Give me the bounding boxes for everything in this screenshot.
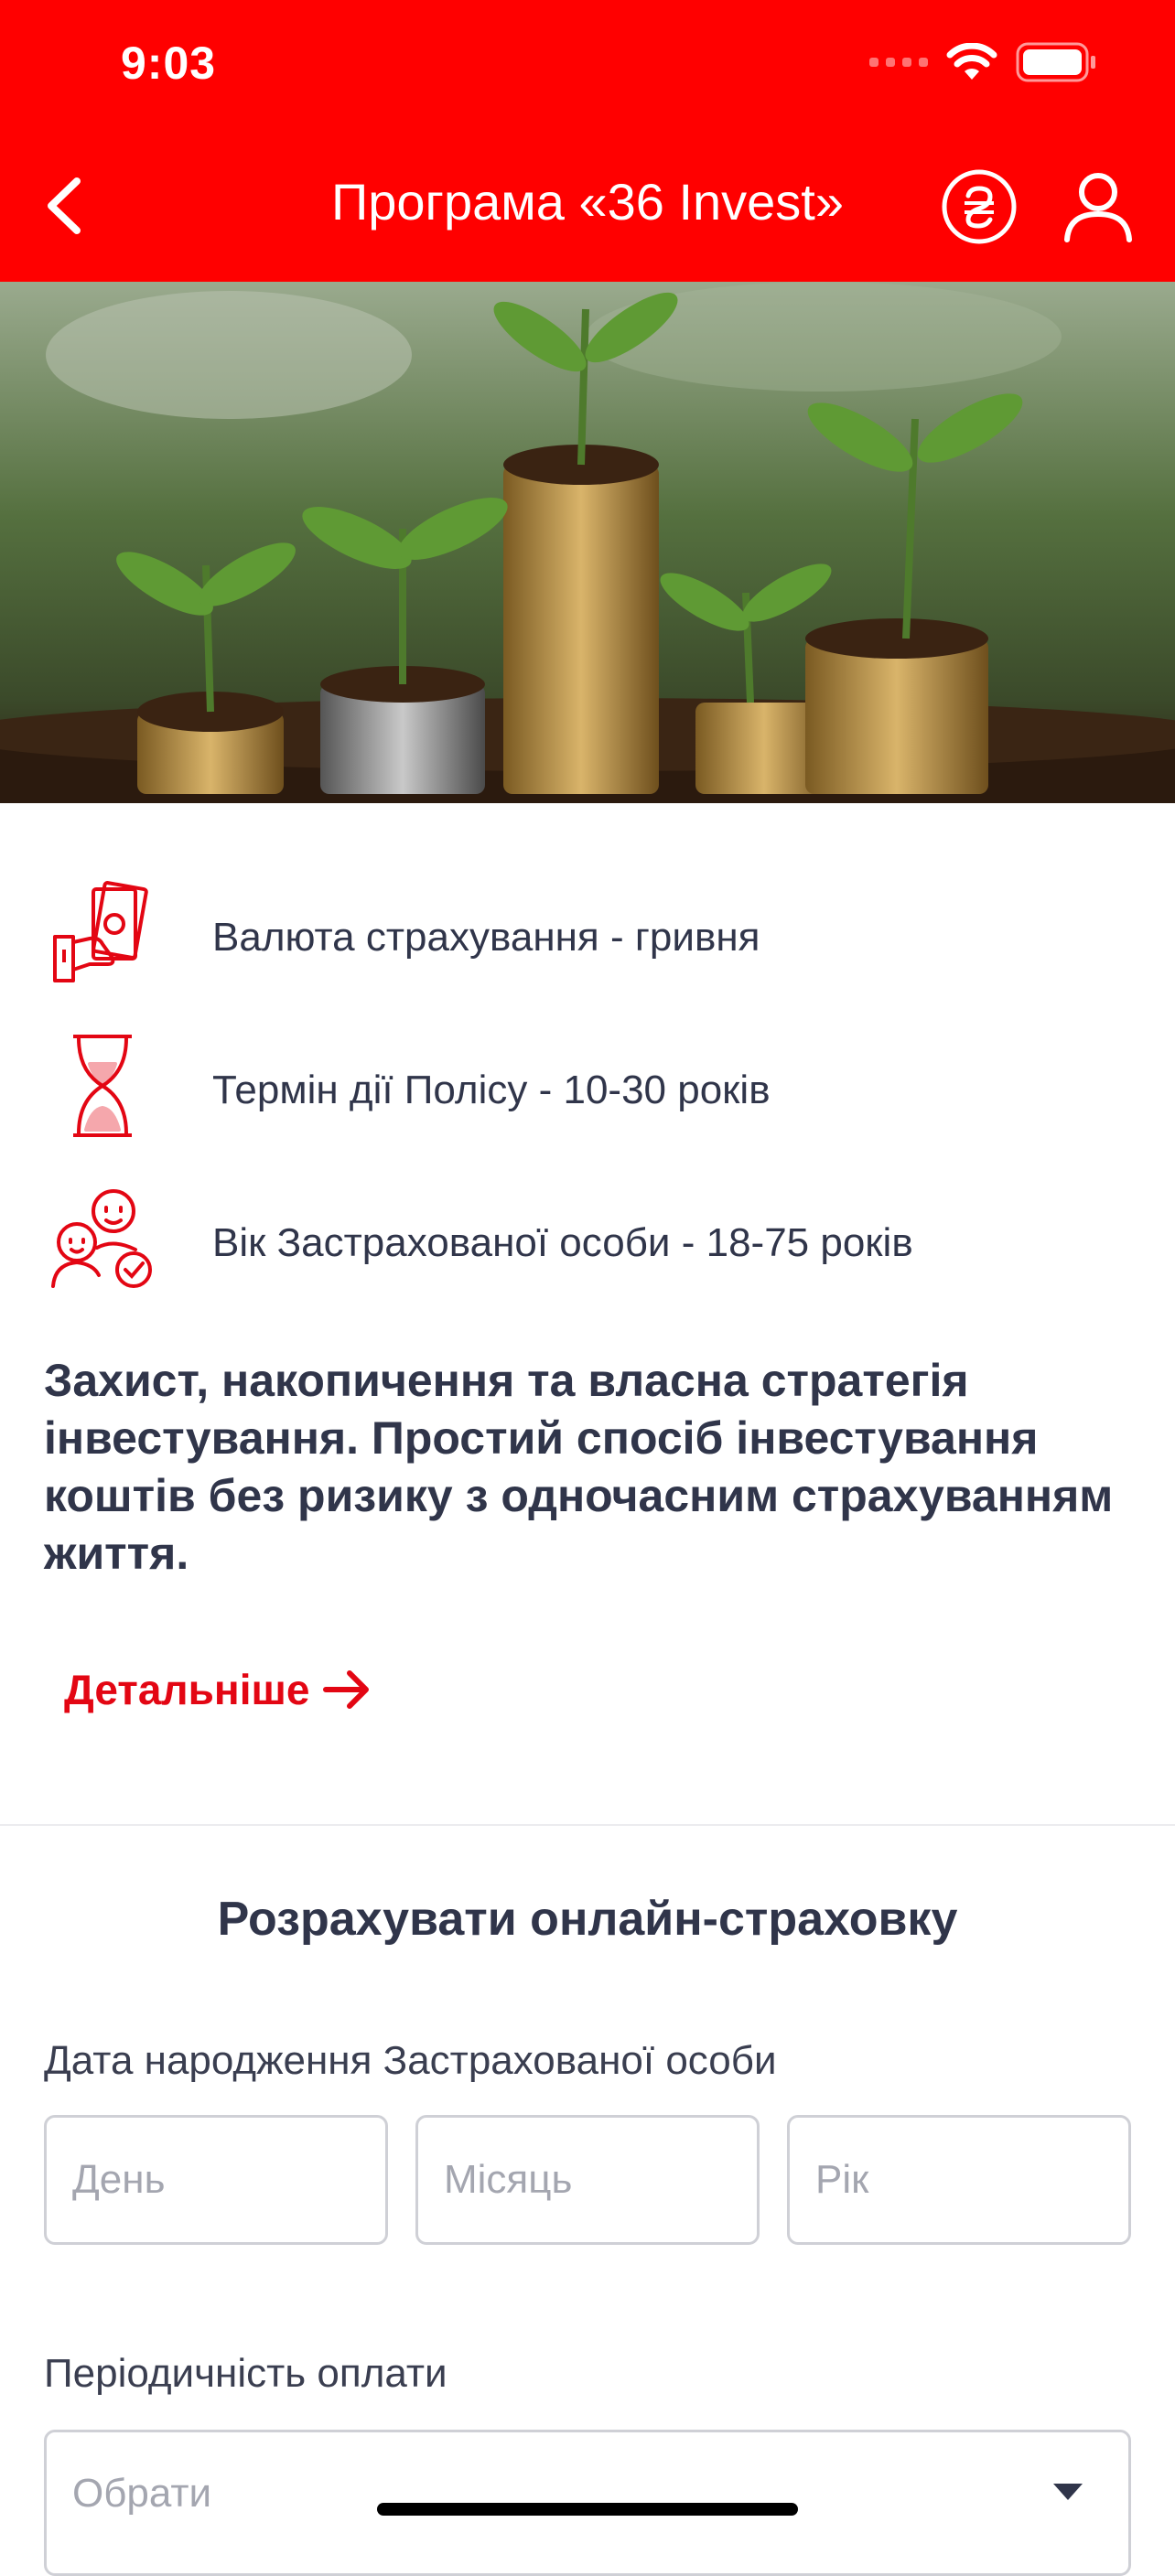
hourglass-icon xyxy=(48,1031,157,1141)
details-link[interactable]: Детальніше xyxy=(64,1665,372,1714)
arrow-right-icon xyxy=(323,1670,370,1709)
birth-month-input[interactable]: Місяць xyxy=(415,2115,760,2245)
feature-currency-text: Валюта страхування - гривня xyxy=(212,915,760,960)
product-description: Захист, накопичення та власна стратегія … xyxy=(44,1355,1114,1579)
money-hand-icon xyxy=(48,878,157,988)
birth-day-input[interactable]: День xyxy=(44,2115,388,2245)
chevron-left-icon xyxy=(48,177,81,234)
people-check-icon xyxy=(48,1184,157,1293)
hero-image-coins-plants xyxy=(0,282,1175,803)
birth-day-placeholder: День xyxy=(72,2157,166,2202)
birth-date-label: Дата народження Застрахованої особи xyxy=(44,2038,777,2083)
dropdown-arrow-icon xyxy=(1053,2484,1083,2500)
currency-button[interactable] xyxy=(941,168,1018,245)
payment-period-placeholder: Обрати xyxy=(72,2471,212,2516)
home-indicator xyxy=(377,2503,798,2516)
section-divider xyxy=(0,1824,1175,1826)
status-time: 9:03 xyxy=(121,38,217,89)
page-title: Програма «36 Invest» xyxy=(331,173,844,231)
calculator-title: Розрахувати онлайн-страховку xyxy=(217,1893,958,1946)
top-app-bar: 9:03 Програма «36 Invest» xyxy=(0,0,1175,282)
feature-term: Термін дії Полісу - 10-30 років xyxy=(0,1031,1175,1141)
birth-year-input[interactable]: Рік xyxy=(787,2115,1131,2245)
birth-year-placeholder: Рік xyxy=(815,2157,869,2202)
status-icons xyxy=(869,42,1098,82)
battery-icon xyxy=(1016,42,1098,82)
birth-month-placeholder: Місяць xyxy=(444,2157,573,2202)
user-icon xyxy=(1064,173,1132,242)
feature-currency: Валюта страхування - гривня xyxy=(0,878,1175,988)
back-button[interactable] xyxy=(40,174,95,238)
cellular-signal-icon xyxy=(869,58,928,67)
wifi-icon xyxy=(946,43,997,81)
hryvnia-icon xyxy=(942,169,1017,244)
profile-button[interactable] xyxy=(1060,166,1137,243)
payment-period-label: Періодичність оплати xyxy=(44,2351,447,2396)
feature-term-text: Термін дії Полісу - 10-30 років xyxy=(212,1068,771,1112)
feature-age-text: Вік Застрахованої особи - 18-75 років xyxy=(212,1220,913,1265)
details-link-label: Детальніше xyxy=(64,1666,310,1713)
feature-age: Вік Застрахованої особи - 18-75 років xyxy=(0,1184,1175,1293)
